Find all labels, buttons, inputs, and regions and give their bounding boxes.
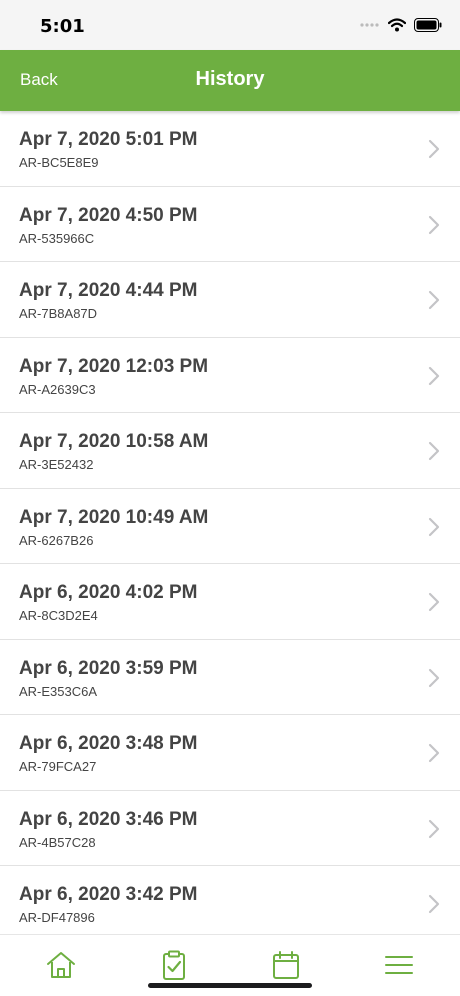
history-row[interactable]: Apr 7, 2020 5:01 PM AR-BC5E8E9: [0, 111, 460, 187]
history-row[interactable]: Apr 6, 2020 3:48 PM AR-79FCA27: [0, 715, 460, 791]
chevron-right-icon: [428, 366, 440, 385]
history-row-code: AR-BC5E8E9: [19, 155, 99, 170]
history-row[interactable]: Apr 6, 2020 4:02 PM AR-8C3D2E4: [0, 564, 460, 640]
status-time: 5:01: [40, 16, 85, 37]
chevron-right-icon: [428, 894, 440, 914]
history-row-code: AR-8C3D2E4: [19, 608, 98, 623]
status-icons: [360, 18, 442, 32]
history-row-code: AR-4B57C28: [19, 834, 96, 850]
history-row-datetime: Apr 6, 2020 3:59 PM: [19, 657, 198, 679]
home-icon: [47, 952, 75, 978]
history-row[interactable]: Apr 7, 2020 10:49 AM AR-6267B26: [0, 489, 460, 564]
tab-home[interactable]: [45, 949, 77, 981]
chevron-right-icon: [428, 215, 440, 234]
history-row[interactable]: Apr 7, 2020 10:58 AM AR-3E52432: [0, 413, 460, 489]
chevron-right-icon: [428, 592, 440, 612]
history-row-code: AR-7B8A87D: [19, 306, 98, 321]
history-list: Apr 7, 2020 5:01 PM AR-BC5E8E9 Apr 7, 2020…: [0, 111, 460, 942]
battery-icon: [414, 18, 442, 32]
tab-calendar[interactable]: [270, 949, 302, 981]
home-indicator: [148, 983, 312, 988]
history-row-datetime: Apr 7, 2020 10:58 AM: [19, 431, 209, 452]
chevron-right-icon: [428, 819, 440, 838]
tab-menu[interactable]: [383, 949, 415, 981]
clipboard-check-icon: [163, 950, 185, 980]
tab-checklist[interactable]: [158, 949, 190, 981]
chevron-right-icon: [428, 441, 440, 461]
history-row[interactable]: Apr 6, 2020 3:42 PM AR-DF47896: [0, 866, 460, 942]
history-row-datetime: Apr 7, 2020 12:03 PM: [19, 355, 209, 377]
history-row[interactable]: Apr 6, 2020 3:46 PM AR-4B57C28: [0, 791, 460, 866]
wifi-icon: [388, 18, 406, 32]
history-row-datetime: Apr 6, 2020 3:42 PM: [19, 884, 198, 905]
chevron-right-icon: [428, 290, 440, 310]
history-row-datetime: Apr 7, 2020 4:44 PM: [19, 280, 198, 301]
history-row-code: AR-79FCA27: [19, 759, 97, 774]
history-row-datetime: Apr 7, 2020 4:50 PM: [19, 204, 198, 226]
signal-dots-icon: [360, 23, 379, 27]
history-row-datetime: Apr 7, 2020 10:49 AM: [19, 506, 209, 528]
history-row-code: AR-535966C: [19, 230, 95, 246]
menu-icon: [385, 956, 413, 974]
history-row[interactable]: Apr 7, 2020 12:03 PM AR-A2639C3: [0, 338, 460, 413]
history-row-datetime: Apr 6, 2020 4:02 PM: [19, 582, 198, 603]
history-row-code: AR-DF47896: [19, 910, 95, 925]
history-row[interactable]: Apr 7, 2020 4:50 PM AR-535966C: [0, 187, 460, 262]
calendar-icon: [273, 951, 299, 979]
history-row[interactable]: Apr 6, 2020 3:59 PM AR-E353C6A: [0, 640, 460, 715]
history-row-code: AR-3E52432: [19, 457, 94, 472]
chevron-right-icon: [428, 139, 440, 159]
history-row-code: AR-A2639C3: [19, 381, 96, 397]
history-row-code: AR-E353C6A: [19, 683, 98, 699]
history-row-code: AR-6267B26: [19, 532, 94, 548]
chevron-right-icon: [428, 517, 440, 536]
history-row[interactable]: Apr 7, 2020 4:44 PM AR-7B8A87D: [0, 262, 460, 338]
status-bar: 5:01: [0, 0, 460, 50]
page-title: History: [195, 68, 265, 90]
chevron-right-icon: [428, 743, 440, 763]
history-row-datetime: Apr 6, 2020 3:48 PM: [19, 733, 198, 754]
tab-bar: [0, 934, 460, 996]
history-row-datetime: Apr 6, 2020 3:46 PM: [19, 808, 198, 830]
nav-bar: Back History: [0, 50, 460, 111]
history-row-datetime: Apr 7, 2020 5:01 PM: [19, 129, 198, 150]
chevron-right-icon: [428, 668, 440, 687]
